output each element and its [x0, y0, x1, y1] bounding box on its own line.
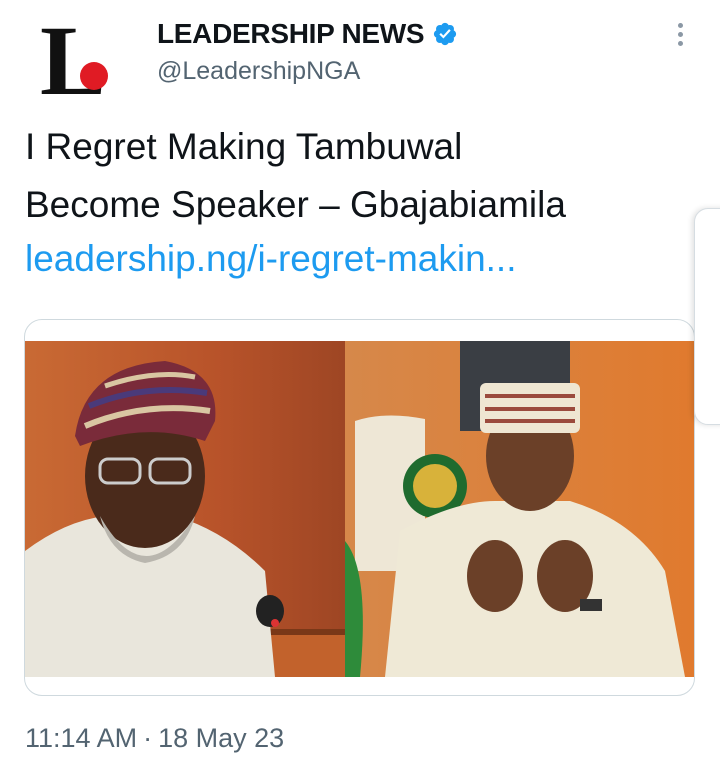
- media-card[interactable]: [24, 319, 695, 696]
- more-options-icon[interactable]: [664, 18, 696, 50]
- tweet-text-line-2: Become Speaker – Gbajabiamila: [25, 184, 566, 225]
- tweet-timestamp[interactable]: 11:14 AM · 18 May 23: [25, 723, 284, 754]
- verified-badge-icon: [434, 22, 457, 46]
- account-name-row[interactable]: LEADERSHIP NEWS: [157, 18, 458, 50]
- tweet-date: 18 May 23: [158, 723, 285, 753]
- logo-red-dot: [80, 62, 108, 90]
- account-handle[interactable]: @LeadershipNGA: [157, 57, 360, 86]
- timestamp-separator: ·: [143, 723, 153, 753]
- tweet-link[interactable]: leadership.ng/i-regret-makin...: [25, 230, 517, 288]
- tweet-photo[interactable]: [25, 341, 694, 677]
- tweet-time: 11:14 AM: [25, 723, 138, 753]
- tweet-text: I Regret Making Tambuwal Become Speaker …: [25, 118, 705, 234]
- side-panel-tab[interactable]: [694, 208, 720, 425]
- tweet-text-line-1: I Regret Making Tambuwal: [25, 126, 463, 167]
- account-avatar[interactable]: L: [38, 10, 128, 102]
- display-name[interactable]: LEADERSHIP NEWS: [157, 18, 425, 50]
- leadership-logo: L: [40, 10, 108, 102]
